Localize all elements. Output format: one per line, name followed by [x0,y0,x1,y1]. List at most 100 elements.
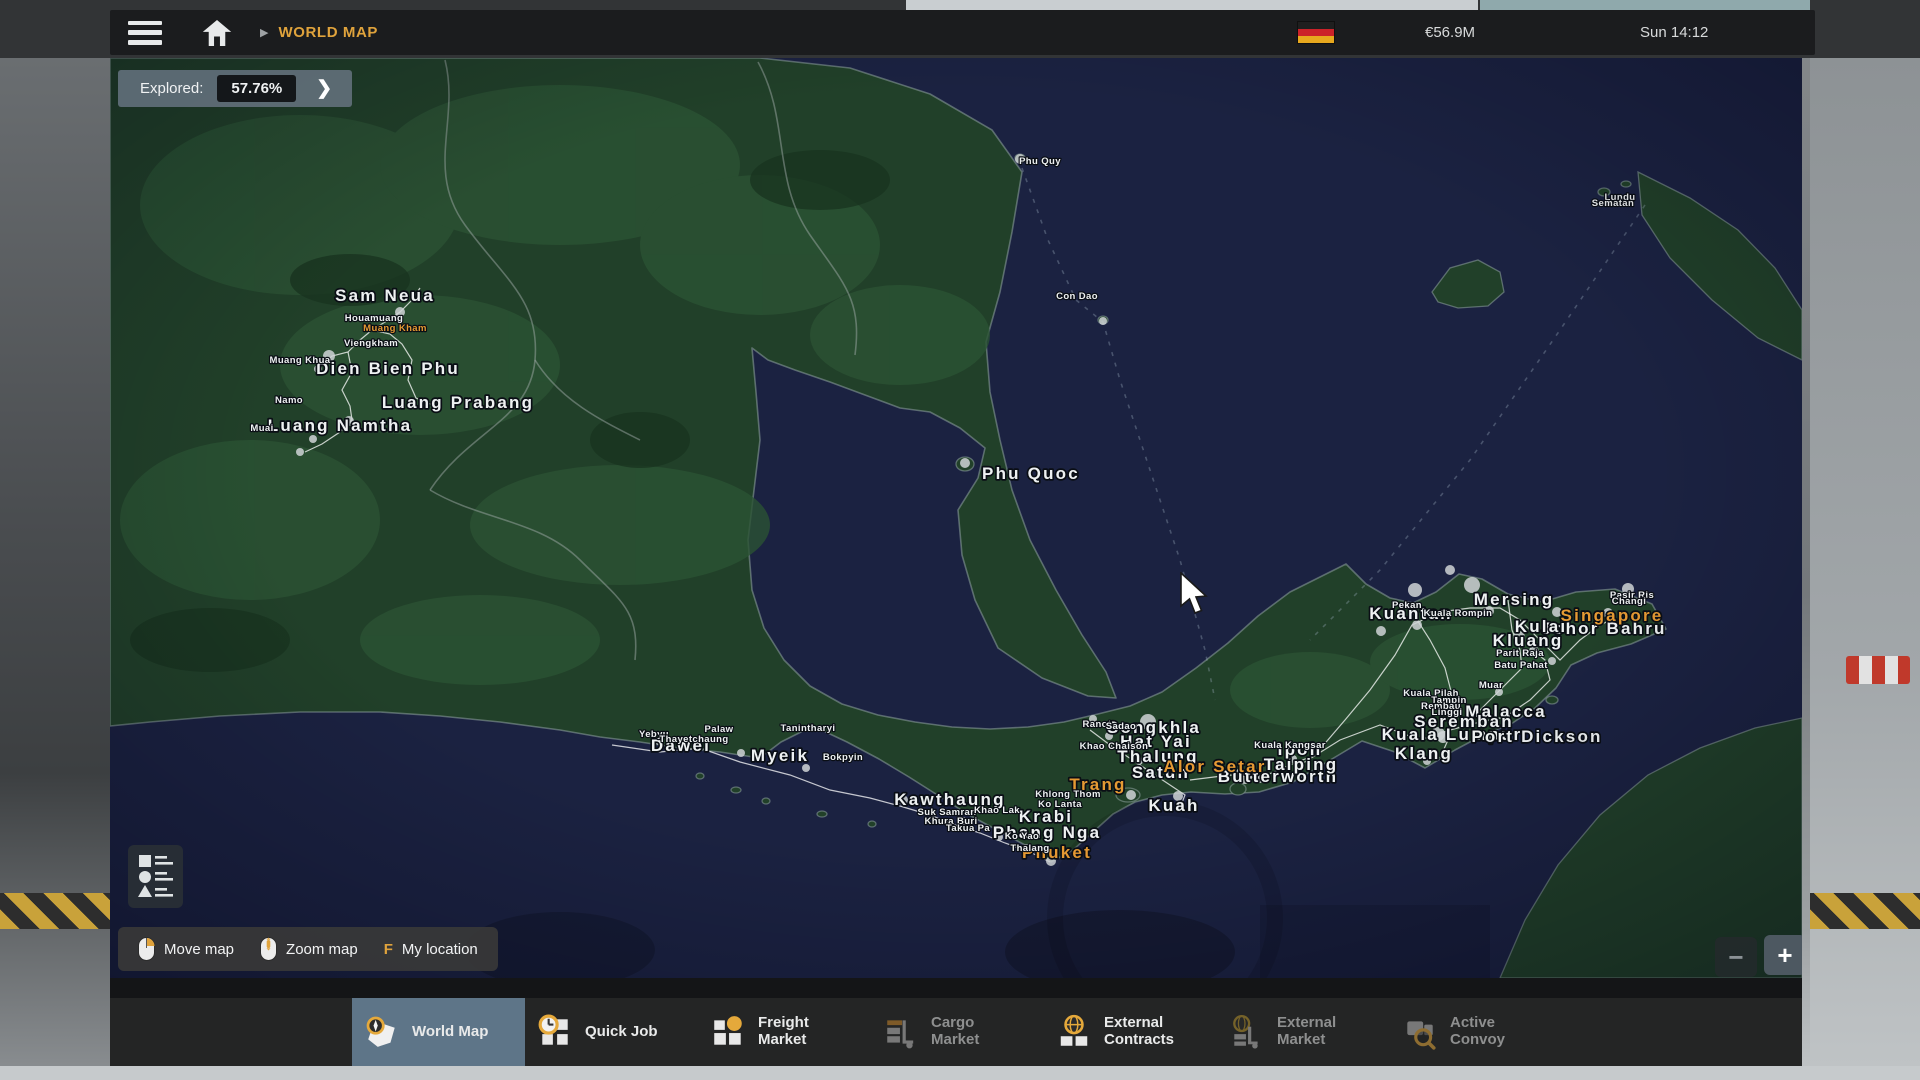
breadcrumb-chevron-icon: ▶ [260,26,268,39]
legend-icon [138,854,174,900]
city-label[interactable]: Linggi [1432,707,1463,718]
world-map-icon [364,1014,400,1050]
nav-item-active-convoy[interactable]: Active Convoy [1390,998,1563,1066]
city-label[interactable]: Dien Bien Phu [316,359,460,378]
city-label[interactable]: Thayetchaung [659,734,728,745]
nav-item-quick-job[interactable]: Quick Job [525,998,698,1066]
city-label[interactable]: Muar [1479,680,1503,691]
city-label[interactable]: Kuah [1148,796,1199,815]
city-label[interactable]: Namo [275,395,303,406]
external-market-icon [1229,1014,1265,1050]
location-hotkey: F [384,941,393,958]
city-label[interactable]: Bokpyin [823,752,863,763]
city-label[interactable]: Sematan [1592,198,1634,209]
breadcrumb: WORLD MAP [278,24,378,41]
city-label[interactable]: Muang Kham [363,323,427,334]
city-label[interactable]: Thalang [1010,843,1049,854]
ui-frame-gap [110,978,1802,998]
city-label[interactable]: Takua Pa [946,823,991,834]
city-label[interactable]: Muang Khua [270,355,331,366]
city-label[interactable]: Muai [250,423,273,434]
city-dot[interactable] [802,764,810,772]
my-location-hint: F My location [384,941,478,958]
mouse-wheel-icon [260,937,277,961]
nav-label: Freight Market [758,1015,850,1049]
city-label[interactable]: Ko Yao [1005,831,1039,842]
world-map-canvas[interactable]: Sam Neua Dien Bien Phu Luang Prabang Luang … [110,58,1802,978]
city-label[interactable]: Khao Lak [974,805,1020,816]
city-dot[interactable] [309,435,317,443]
external-contracts-icon [1056,1014,1092,1050]
city-label[interactable]: Khao Chaison [1080,741,1149,752]
explored-value: 57.76% [217,75,296,102]
city-dot[interactable] [1445,565,1455,575]
city-label[interactable]: Mersing [1474,590,1555,609]
nav-item-external-contracts[interactable]: External Contracts [1044,998,1217,1066]
nav-item-world-map[interactable]: World Map [352,998,525,1066]
zoom-out-button[interactable]: − [1715,937,1757,977]
city-label[interactable]: Kuala Rompin [1424,608,1493,619]
city-dot[interactable] [960,458,970,468]
nav-label: External Market [1277,1015,1369,1049]
move-map-label: Move map [164,941,234,958]
cargo-market-icon [883,1014,919,1050]
nav-label: External Contracts [1104,1015,1196,1049]
city-dot[interactable] [1099,317,1107,325]
hazard-stripe-right [1810,893,1920,929]
city-dot[interactable] [1408,583,1422,597]
city-dot[interactable] [1548,657,1556,665]
city-label[interactable]: Singapore [1561,606,1664,625]
city-label[interactable]: Sadao [1106,721,1137,732]
city-label[interactable]: Ko Lanta [1038,799,1082,810]
top-bar: ▶ WORLD MAP €56.9M Sun 14:12 [110,10,1815,55]
city-dot[interactable] [1376,626,1386,636]
city-label[interactable]: Klang [1395,744,1453,763]
nav-label: World Map [412,1024,504,1041]
city-label[interactable]: Phu Quy [1019,156,1061,167]
quick-job-icon [537,1014,573,1050]
player-money: €56.9M [1425,24,1640,41]
city-label[interactable]: Parit Raja [1496,648,1544,659]
safety-barrier [1846,656,1910,684]
city-label[interactable]: Changi [1612,596,1647,607]
nav-item-freight-market[interactable]: Freight Market [698,998,871,1066]
explored-label: Explored: [140,80,203,97]
zoom-map-label: Zoom map [286,941,358,958]
zoom-map-hint: Zoom map [260,937,358,961]
city-label[interactable]: Con Dao [1056,291,1098,302]
nav-item-external-market[interactable]: External Market [1217,998,1390,1066]
germany-flag-icon [1297,21,1335,44]
city-label[interactable]: Kuala Kangsar [1254,740,1326,751]
city-label[interactable]: Sam Neua [335,286,435,305]
city-label[interactable]: Pekan [1392,600,1422,611]
home-icon[interactable] [202,20,232,46]
city-label[interactable]: Viengkham [344,338,398,349]
nav-label: Active Convoy [1450,1015,1542,1049]
nav-label: Quick Job [585,1024,677,1041]
world-map-panel[interactable]: Sam Neua Dien Bien Phu Luang Prabang Luang … [110,58,1802,978]
zoom-in-button[interactable]: + [1764,935,1802,975]
city-label[interactable]: Luang Prabang [382,393,534,412]
explored-expand-chevron-icon[interactable]: ❯ [310,77,338,100]
city-label[interactable]: Tanintharyi [781,723,836,734]
city-label[interactable]: Alor Setar [1163,757,1266,776]
city-label[interactable]: Myeik [751,746,809,765]
map-legend-button[interactable] [128,845,183,908]
active-convoy-icon [1402,1014,1438,1050]
city-label[interactable]: Port Dickson [1471,727,1602,746]
city-dot[interactable] [1126,790,1136,800]
nav-label: Cargo Market [931,1015,1023,1049]
city-dot[interactable] [296,448,304,456]
bottom-nav-bar: World Map Quick Job Freight Market [110,998,1802,1066]
city-label[interactable]: Phu Quoc [982,464,1080,483]
move-map-hint: Move map [138,937,234,961]
city-dot[interactable] [737,749,745,757]
city-label[interactable]: Batu Pahat [1494,660,1548,671]
hazard-stripe-left [0,893,110,929]
menu-icon[interactable] [128,21,162,45]
explored-badge: Explored: 57.76% ❯ [118,70,352,107]
city-label[interactable]: Palaw [705,724,734,735]
city-label[interactable]: Houamuang [345,313,404,324]
city-label[interactable]: Luang Namtha [268,416,412,435]
nav-item-cargo-market[interactable]: Cargo Market [871,998,1044,1066]
